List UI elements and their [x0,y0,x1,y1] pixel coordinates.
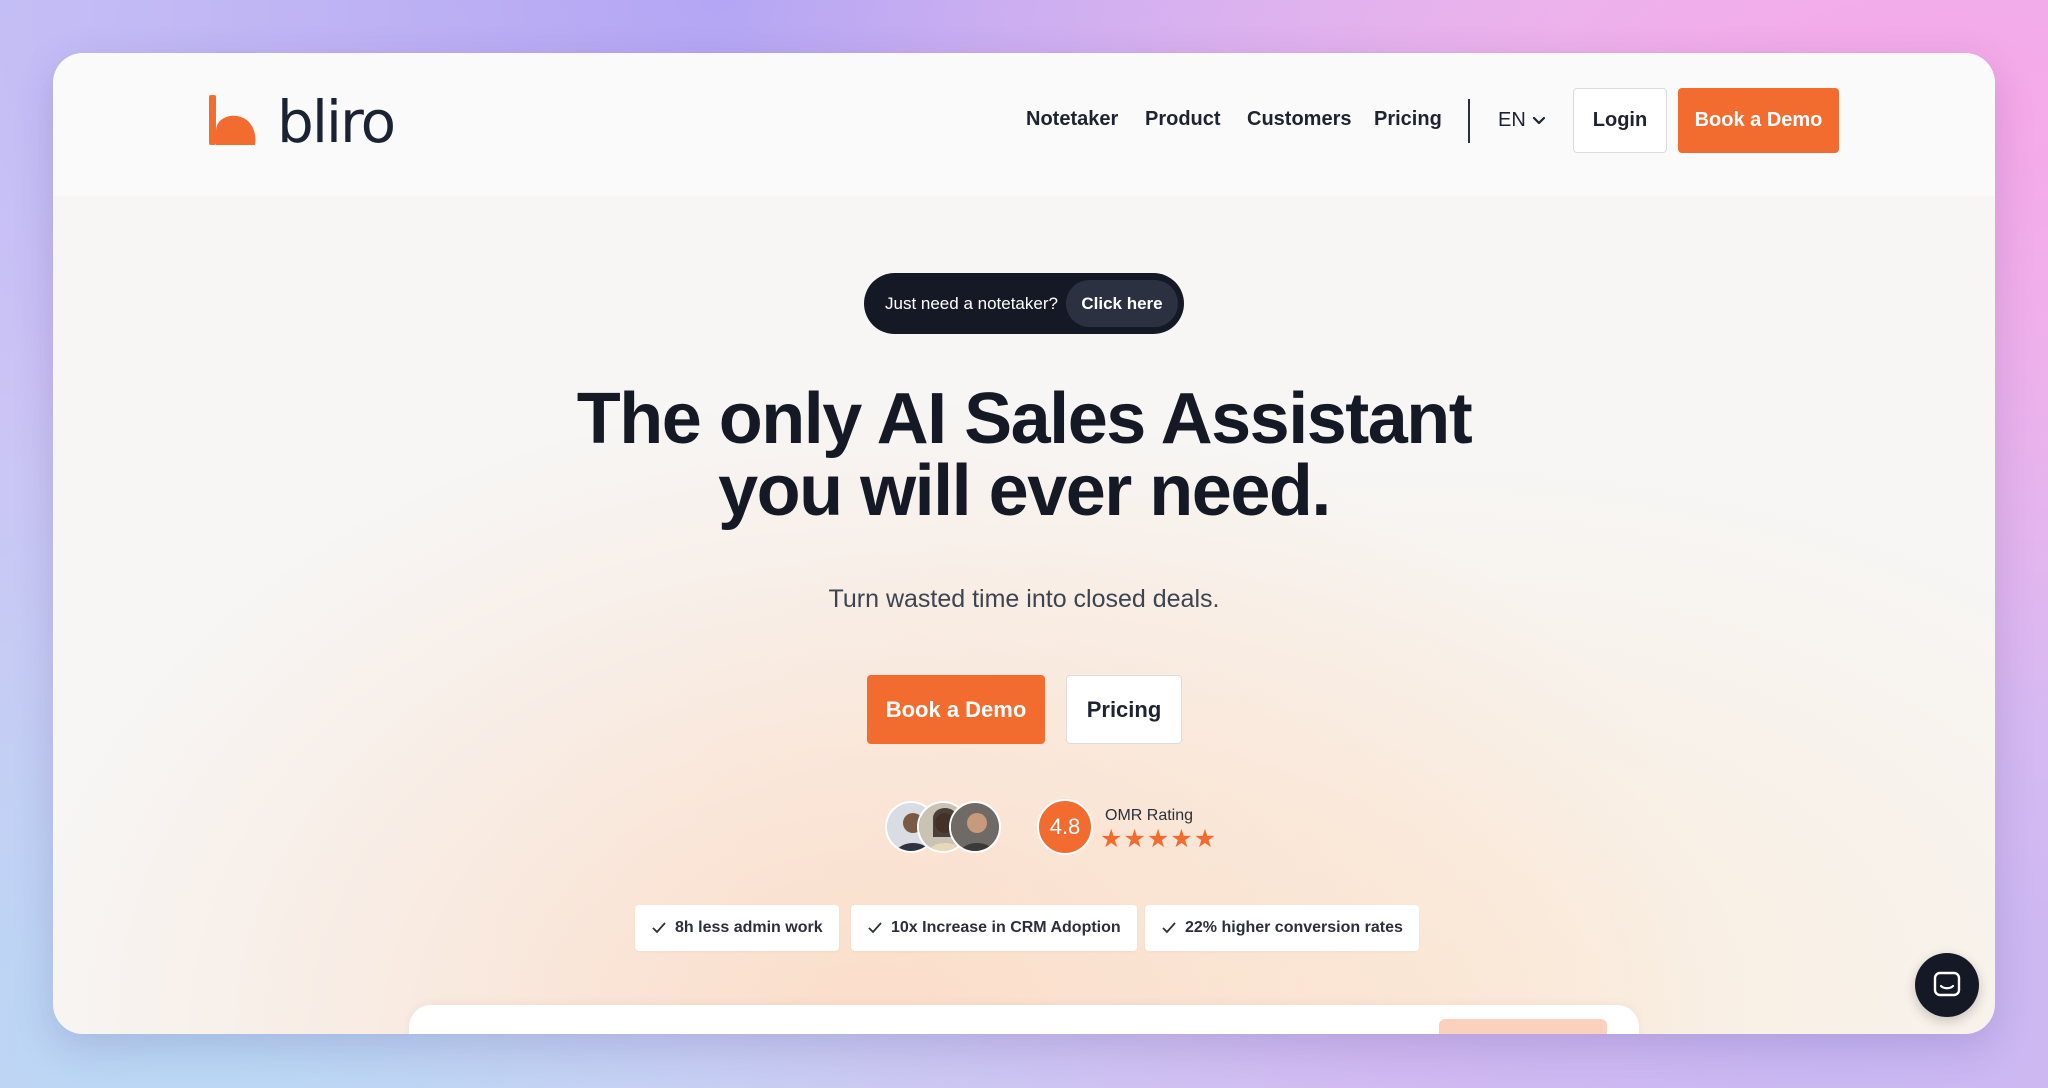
nav-book-demo-button[interactable]: Book a Demo [1678,88,1839,153]
logo-wordmark: bliro [277,88,396,156]
nav-divider [1468,99,1470,143]
hero-headline: The only AI Sales Assistant you will eve… [53,383,1995,527]
nav-link-pricing[interactable]: Pricing [1374,108,1442,131]
rating-label: OMR Rating [1105,807,1194,824]
star-icon: ★ [1146,825,1170,853]
star-icon: ★ [1123,825,1146,853]
nav-link-notetaker[interactable]: Notetaker [1026,108,1118,131]
headline-line-2: you will ever need. [718,451,1331,531]
preview-accent-block [1439,1019,1607,1034]
headline-line-1: The only AI Sales Assistant [576,379,1473,459]
notetaker-pill: Just need a notetaker? Click here [864,273,1184,334]
check-icon [1162,922,1176,934]
product-preview [409,1005,1639,1034]
nav-link-customers[interactable]: Customers [1247,108,1351,131]
feature-chip-label: 10x Increase in CRM Adoption [891,919,1121,936]
star-icon: ★ [1170,825,1193,853]
feature-chip: 22% higher conversion rates [1145,905,1419,951]
pill-text: Just need a notetaker? [885,293,1058,313]
check-icon [652,922,666,934]
feature-chip: 10x Increase in CRM Adoption [851,905,1137,951]
navbar: bliro Notetaker Product Customers Pricin… [53,53,1995,196]
hero-section: Just need a notetaker? Click here The on… [53,53,1995,1034]
hero-subheadline: Turn wasted time into closed deals. [828,585,1220,613]
hero-book-demo-button[interactable]: Book a Demo [867,675,1045,744]
rating-score: 4.8 [1037,799,1093,855]
feature-chip-label: 8h less admin work [675,919,823,936]
check-icon [868,922,882,934]
star-icon: ★ [1193,825,1217,853]
click-here-button[interactable]: Click here [1066,280,1178,327]
login-button[interactable]: Login [1573,88,1667,153]
feature-chip: 8h less admin work [635,905,839,951]
chat-icon [1933,971,1961,997]
star-icon: ★ [1100,825,1123,853]
nav-link-product[interactable]: Product [1145,108,1221,131]
feature-chip-label: 22% higher conversion rates [1185,919,1403,936]
language-selector[interactable]: EN [1498,109,1546,132]
hero-pricing-button[interactable]: Pricing [1066,675,1182,744]
avatar [949,801,1001,853]
browser-window: bliro Notetaker Product Customers Pricin… [53,53,1995,1034]
language-label: EN [1498,109,1526,131]
chat-widget-button[interactable] [1915,953,1979,1017]
logo[interactable]: bliro [209,88,396,156]
rating-stars: ★ ★ ★ ★ ★ [1100,827,1217,852]
chevron-down-icon [1532,116,1545,124]
logo-mark-icon [209,95,256,145]
